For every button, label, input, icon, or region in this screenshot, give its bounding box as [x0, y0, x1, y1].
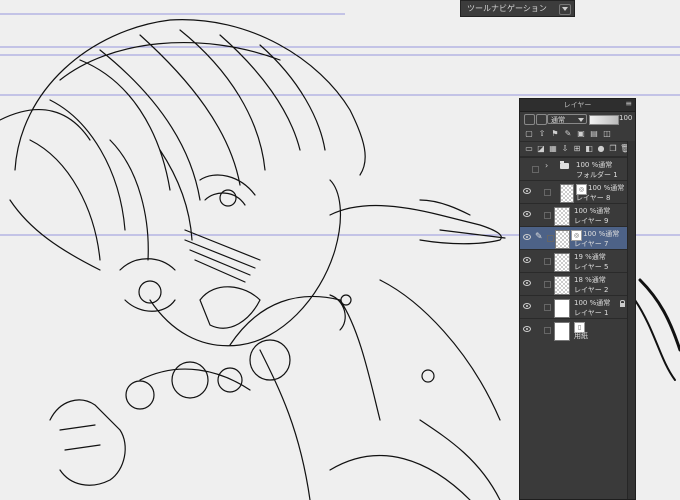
- layer-panel-title: レイヤー: [563, 101, 592, 109]
- duplicate-icon[interactable]: ❐: [608, 144, 618, 154]
- eye-icon[interactable]: [523, 303, 531, 309]
- draft-icon[interactable]: ✎: [563, 129, 573, 139]
- blend-square-icon[interactable]: [524, 114, 535, 125]
- apply-mask-icon[interactable]: ◧: [584, 144, 594, 154]
- layer-settings-icon[interactable]: ▢: [524, 129, 534, 139]
- layer-opacity-blend: 100 %通常: [574, 207, 611, 215]
- layer-thumbnail: [554, 276, 570, 295]
- layer-row-layer-2[interactable]: 18 %通常 レイヤー 2: [520, 272, 635, 295]
- clip-icon[interactable]: ⇧: [537, 129, 547, 139]
- menu-icon[interactable]: ≡: [625, 100, 632, 108]
- layer-name: レイヤー 9: [574, 217, 609, 225]
- layer-checkbox[interactable]: [544, 327, 551, 334]
- layer-opacity-blend: 100 %通常: [588, 184, 625, 192]
- layer-row-layer-8[interactable]: ◎ 100 %通常 レイヤー 8: [520, 180, 635, 203]
- layer-name: レイヤー 1: [574, 309, 609, 317]
- layer-checkbox[interactable]: [544, 258, 551, 265]
- lock-icon: [620, 300, 625, 307]
- layer-checkbox[interactable]: [544, 281, 551, 288]
- eye-icon[interactable]: [523, 188, 531, 194]
- visibility-toggle[interactable]: [532, 166, 539, 173]
- new-vector-layer-icon[interactable]: ◪: [536, 144, 546, 154]
- eye-icon[interactable]: [523, 326, 531, 332]
- layer-checkbox[interactable]: [547, 235, 554, 242]
- layer-name: フォルダー 1: [576, 171, 618, 179]
- eye-icon[interactable]: [523, 234, 531, 240]
- layer-checkbox[interactable]: [544, 189, 551, 196]
- layer-thumbnail: [560, 184, 574, 203]
- layer-opacity-blend: 100 %通常: [574, 299, 611, 307]
- layer-opacity-blend: 100 %通常: [576, 161, 613, 169]
- layer-property-row: 通常 100: [520, 112, 635, 127]
- chevron-right-icon[interactable]: ›: [545, 161, 548, 170]
- layer-name: レイヤー 8: [576, 194, 611, 202]
- layer-panel-header[interactable]: レイヤー ≡: [520, 99, 635, 112]
- layer-name: レイヤー 2: [574, 286, 609, 294]
- layer-checkbox[interactable]: [544, 212, 551, 219]
- lock-icon[interactable]: ▣: [576, 129, 586, 139]
- layer-toolbar-2: ▭ ◪ ▦ ⇩ ⊞ ◧ ● ❐ 🗑: [520, 142, 635, 157]
- transfer-icon[interactable]: ⇩: [560, 144, 570, 154]
- layer-row-folder-1[interactable]: › 100 %通常 フォルダー 1: [520, 157, 635, 180]
- eye-icon[interactable]: [523, 257, 531, 263]
- layer-thumbnail: [554, 322, 570, 341]
- layer-opacity-blend: 100 %通常: [583, 230, 620, 238]
- tool-navigation-bar[interactable]: ツールナビゲーション: [460, 0, 575, 17]
- opacity-slider[interactable]: [589, 115, 619, 125]
- eye-icon[interactable]: [523, 280, 531, 286]
- blend-mode-select[interactable]: 通常: [547, 114, 587, 124]
- layer-name: 用紙: [574, 332, 588, 340]
- opacity-value[interactable]: 100: [619, 114, 632, 122]
- layer-row-layer-5[interactable]: 19 %通常 レイヤー 5: [520, 249, 635, 272]
- chevron-down-icon[interactable]: [559, 4, 571, 15]
- combine-icon[interactable]: ⊞: [572, 144, 582, 154]
- chevron-down-icon[interactable]: [536, 114, 547, 125]
- layer-row-layer-1[interactable]: 100 %通常 レイヤー 1: [520, 295, 635, 318]
- layer-panel-scrollbar[interactable]: [627, 141, 635, 499]
- new-folder-icon[interactable]: ▦: [548, 144, 558, 154]
- layer-opacity-blend: 19 %通常: [574, 253, 606, 261]
- pen-icon: ✎: [535, 232, 543, 242]
- layer-row-layer-7[interactable]: ✎ ◎ 100 %通常 レイヤー 7: [520, 226, 635, 249]
- layer-thumbnail: [554, 299, 570, 318]
- record-icon[interactable]: ●: [596, 144, 606, 154]
- layer-thumbnail: [554, 207, 570, 226]
- layer-thumbnail: [555, 230, 570, 249]
- layer-name: レイヤー 7: [574, 240, 609, 248]
- new-raster-layer-icon[interactable]: ▭: [524, 144, 534, 154]
- folder-icon: [560, 161, 569, 169]
- mask-icon[interactable]: ◫: [602, 129, 612, 139]
- eye-icon[interactable]: [523, 211, 531, 217]
- reference-icon[interactable]: ⚑: [550, 129, 560, 139]
- layer-panel: レイヤー ≡ 通常 100 ▢ ⇧ ⚑ ✎ ▣ ▤ ◫ ▭ ◪ ▦ ⇩ ⊞ ◧ …: [519, 98, 636, 500]
- layer-name: レイヤー 5: [574, 263, 609, 271]
- layer-checkbox[interactable]: [544, 304, 551, 311]
- layer-thumbnail: [554, 253, 570, 272]
- tool-navigation-title: ツールナビゲーション: [467, 4, 547, 13]
- layer-row-layer-9[interactable]: 100 %通常 レイヤー 9: [520, 203, 635, 226]
- layer-toolbar-1: ▢ ⇧ ⚑ ✎ ▣ ▤ ◫: [520, 127, 635, 142]
- lock-transparent-icon[interactable]: ▤: [589, 129, 599, 139]
- layer-row-paper[interactable]: ▯ 用紙: [520, 318, 635, 341]
- layer-list: › 100 %通常 フォルダー 1 ◎ 100 %通常 レイヤー 8 100 %…: [520, 157, 635, 341]
- layer-opacity-blend: 18 %通常: [574, 276, 606, 284]
